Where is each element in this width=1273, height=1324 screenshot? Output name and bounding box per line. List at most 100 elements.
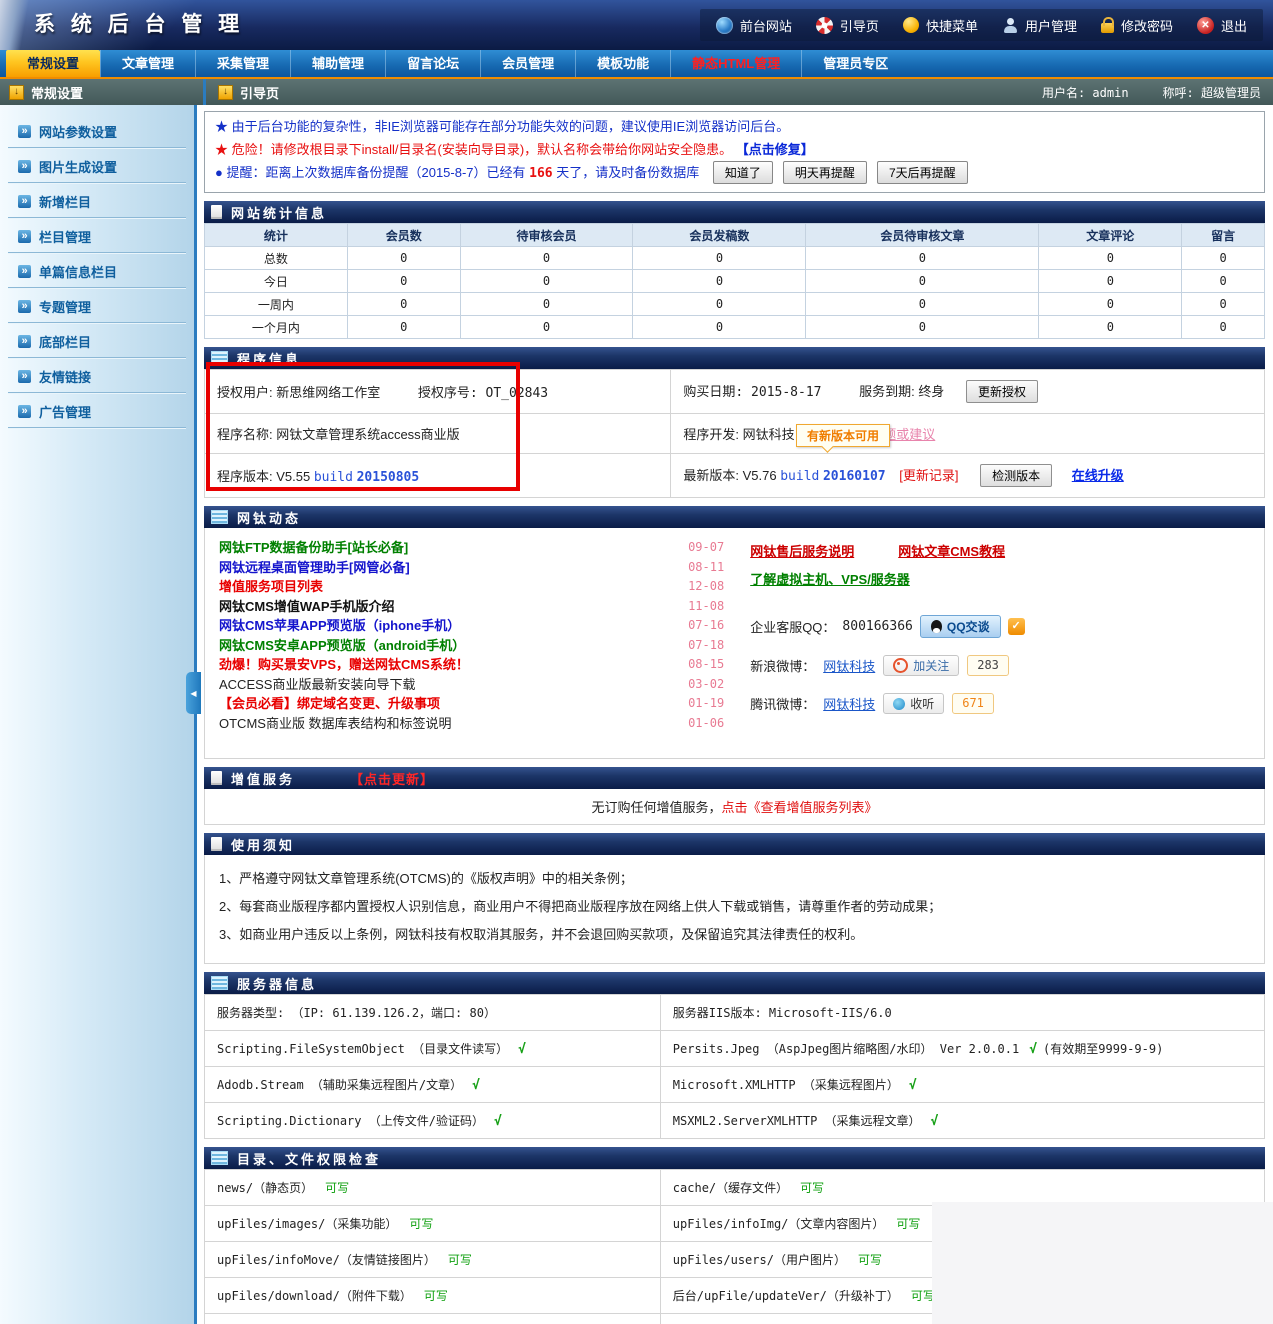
qq-service-row: 企业客服QQ： 800166366 QQ交谈 ✓ [750,615,1250,638]
notice-box: ★ 由于后台功能的复杂性，非IE浏览器可能存在部分功能失效的问题，建议使用IE浏… [204,111,1265,193]
nav-tab[interactable]: 采集管理 [195,50,290,77]
check-version-button[interactable]: 检测版本 [980,464,1052,487]
news-link[interactable]: 网钛FTP数据备份助手[站长必备] [219,538,408,558]
hosting-link[interactable]: 了解虚拟主机、VPS/服务器 [750,569,910,588]
doc-icon [211,837,222,851]
nav-tab[interactable]: 模板功能 [575,50,670,77]
doc-icon [211,205,222,219]
writable-status: 可写 [896,1217,920,1231]
lock-icon [1101,23,1114,33]
section-header: 服务器信息 [204,972,1265,994]
tencent-listen-button[interactable]: 收听 [883,693,944,714]
sina-follower-count: 283 [967,655,1009,676]
sina-follow-button[interactable]: 加关注 [883,655,959,676]
news-item: 网钛CMS增值WAP手机版介绍11-08 [219,597,724,617]
server-cell: Microsoft.XMLHTTP （采集远程图片）√ [660,1067,1264,1103]
sidebar-item[interactable]: »图片生成设置 [8,148,186,183]
news-link[interactable]: ACCESS商业版最新安装向导下载 [219,675,415,695]
sidebar-item[interactable]: »专题管理 [8,288,186,323]
sidebar-item[interactable]: »友情链接 [8,358,186,393]
section-vas: 增值服务 【点击更新】 无订购任何增值服务，点击《查看增值服务列表》 [204,767,1265,825]
news-date: 12-08 [688,577,724,597]
bullet-icon: ● [215,165,223,180]
renew-license-button[interactable]: 更新授权 [966,380,1038,403]
qq-chat-button[interactable]: QQ交谈 [920,615,1001,638]
nav-tab[interactable]: 常规设置 [6,50,100,77]
sidebar-collapse-handle[interactable]: ◀ [186,672,201,714]
stats-value: 0 [1182,293,1265,316]
server-icon [211,1151,228,1165]
nav-tab[interactable]: 会员管理 [480,50,575,77]
top-menu-item[interactable]: 快捷菜单 [903,16,978,35]
sidebar-item[interactable]: »网站参数设置 [8,113,186,148]
news-link[interactable]: 网钛远程桌面管理助手[网管必备] [219,558,410,578]
vas-list-link[interactable]: 点击《查看增值服务列表》 [722,800,878,815]
stats-row: 一个月内000000 [205,316,1265,339]
sidebar-item[interactable]: »新增栏目 [8,183,186,218]
top-menu-item[interactable]: 引导页 [816,16,879,35]
admin-page: 系 统 后 台 管 理 前台网站引导页快捷菜单用户管理修改密码✕退出 常规设置文… [0,0,1273,1324]
news-link[interactable]: OTCMS商业版 数据库表结构和标签说明 [219,714,452,734]
after-sales-link[interactable]: 网钛售后服务说明 [750,541,854,560]
top-menu-item[interactable]: 用户管理 [1002,16,1077,35]
sina-weibo-link[interactable]: 网钛科技 [823,656,875,675]
notice-button[interactable]: 7天后再提醒 [877,161,968,184]
news-link[interactable]: 网钛CMS安卓APP预览版（android手机） [219,636,465,656]
top-menu-item[interactable]: ✕退出 [1197,16,1247,35]
notes-body: 1、严格遵守网钛文章管理系统(OTCMS)的《版权声明》中的相关条例；2、每套商… [204,855,1265,964]
news-link[interactable]: 劲爆！购买景安VPS，赠送网钛CMS系统！ [219,655,469,675]
perm-row: news/（静态页）可写cache/（缓存文件）可写 [205,1170,1265,1206]
fix-now-link[interactable]: 【点击修复】 [736,142,814,157]
check-ok-icon: √ [472,1078,480,1093]
news-link[interactable]: 网钛CMS苹果APP预览版（iphone手机） [219,616,460,636]
check-item-text: Microsoft.XMLHTTP （采集远程图片） [673,1078,899,1092]
check-ok-icon: √ [1029,1042,1037,1057]
online-upgrade-link[interactable]: 在线升级 [1072,468,1124,483]
stats-value: 0 [347,293,460,316]
verified-shield-icon[interactable]: ✓ [1008,618,1025,635]
notice-line-backup: ● 提醒：距离上次数据库备份提醒（2015-8-7）已经有 166 天了，请及时… [215,161,1254,185]
news-link[interactable]: 增值服务项目列表 [219,577,323,597]
arrow-right-icon: » [18,265,31,278]
program-name-cell: 程序名称: 网钛文章管理系统access商业版 [205,414,671,454]
top-menu-item[interactable]: 前台网站 [716,16,792,35]
news-item: 网钛远程桌面管理助手[网管必备]08-11 [219,558,724,578]
sidebar-item[interactable]: »单篇信息栏目 [8,253,186,288]
lifebuoy-icon [816,17,833,34]
section-server: 服务器信息 服务器类型: （IP: 61.139.126.2，端口: 80）服务… [204,972,1265,1139]
nav-tab[interactable]: 文章管理 [100,50,195,77]
sidebar-item[interactable]: »底部栏目 [8,323,186,358]
section-title: 网站统计信息 [231,203,327,222]
top-menu-item[interactable]: 修改密码 [1101,16,1173,35]
tencent-weibo-link[interactable]: 网钛科技 [823,694,875,713]
stats-row-label: 一个月内 [205,316,348,339]
stats-column-header: 留言 [1182,224,1265,247]
nav-tab[interactable]: 管理员专区 [801,50,909,77]
nav-tab[interactable]: 辅助管理 [290,50,385,77]
tencent-weibo-icon [893,698,905,710]
check-item-text: upFiles/download/（附件下载） [217,1289,412,1303]
check-item-text: Adodb.Stream （辅助采集远程图片/文章） [217,1078,462,1092]
stats-column-header: 文章评论 [1039,224,1182,247]
nav-tab[interactable]: 静态HTML管理 [670,50,801,77]
server-table: 服务器类型: （IP: 61.139.126.2，端口: 80）服务器IIS版本… [204,994,1265,1139]
arrow-right-icon: » [18,300,31,313]
stats-row: 总数000000 [205,247,1265,270]
notice-button[interactable]: 知道了 [713,161,773,184]
star-icon: ★ [215,119,228,134]
main-content: ★ 由于后台功能的复杂性，非IE浏览器可能存在部分功能失效的问题，建议使用IE浏… [197,105,1273,1324]
stats-column-header: 会员发稿数 [633,224,806,247]
vas-update-link[interactable]: 【点击更新】 [350,769,434,788]
news-item: 增值服务项目列表 12-08 [219,577,724,597]
changelog-link[interactable]: [更新记录] [899,468,958,483]
note-line: 2、每套商业版程序都内置授权人识别信息，商业用户不得把商业版程序放在网络上供人下… [219,893,1250,921]
notice-button[interactable]: 明天再提醒 [783,161,867,184]
news-link[interactable]: 【会员必看】绑定域名变更、升级事项 [219,694,440,714]
news-link[interactable]: 网钛CMS增值WAP手机版介绍 [219,597,395,617]
nav-tab[interactable]: 留言论坛 [385,50,480,77]
cms-tutorial-link[interactable]: 网钛文章CMS教程 [898,541,1005,560]
section-title: 程序信息 [237,349,301,368]
server-row: Scripting.FileSystemObject （目录文件读写）√Pers… [205,1031,1265,1067]
sidebar-item[interactable]: »栏目管理 [8,218,186,253]
sidebar-item[interactable]: »广告管理 [8,393,186,428]
